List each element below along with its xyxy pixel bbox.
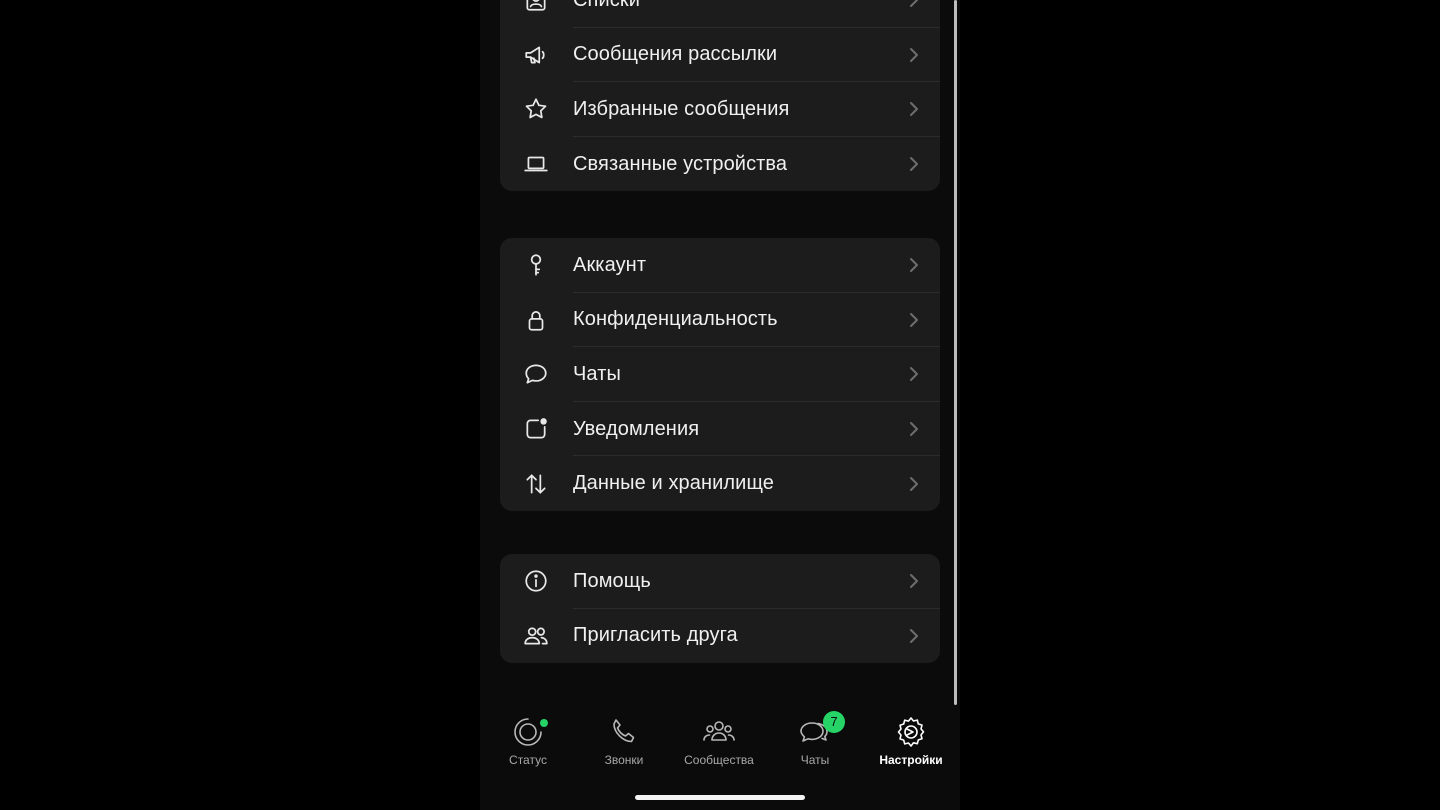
tab-label: Сообщества <box>684 753 754 767</box>
row-label: Помощь <box>573 569 651 592</box>
row-starred[interactable]: Избранные сообщения <box>500 82 940 137</box>
row-label: Сообщения рассылки <box>573 43 778 66</box>
home-indicator[interactable] <box>635 795 805 800</box>
chevron-right-icon <box>908 476 920 492</box>
settings-group-help: Помощь Пригласить друга <box>500 554 940 664</box>
settings-group-tools: Списки Сообщения рассылки Избранные сооб… <box>500 0 940 192</box>
tab-settings[interactable]: Настройки <box>866 715 956 767</box>
status-update-dot <box>540 719 548 727</box>
tab-label: Настройки <box>879 753 943 767</box>
row-label: Чаты <box>573 362 621 385</box>
row-label: Конфиденциальность <box>573 308 778 331</box>
key-icon <box>522 251 550 279</box>
settings-group-main: Аккаунт Конфиденциальность Чаты Уведомле… <box>500 238 940 511</box>
tab-label: Чаты <box>800 753 830 767</box>
row-label: Списки <box>573 0 640 12</box>
chevron-right-icon <box>908 257 920 273</box>
settings-icon <box>897 717 925 747</box>
people-icon <box>522 622 550 650</box>
phone-screen: Списки Сообщения рассылки Избранные сооб… <box>480 0 960 810</box>
row-invite-friend[interactable]: Пригласить друга <box>500 609 940 664</box>
row-label: Избранные сообщения <box>573 97 790 120</box>
tab-label: Звонки <box>604 753 644 767</box>
chevron-right-icon <box>908 366 920 382</box>
laptop-icon <box>522 150 550 178</box>
row-help[interactable]: Помощь <box>500 554 940 609</box>
scrollbar[interactable] <box>954 0 957 705</box>
row-label: Данные и хранилище <box>573 472 774 495</box>
chevron-right-icon <box>908 101 920 117</box>
info-icon <box>522 567 550 595</box>
contact-card-icon <box>522 0 550 14</box>
row-label: Пригласить друга <box>573 624 738 647</box>
tab-chats[interactable]: 7 Чаты <box>770 711 860 767</box>
row-account[interactable]: Аккаунт <box>500 238 940 293</box>
row-label: Связанные устройства <box>573 152 788 175</box>
phone-icon <box>613 719 635 743</box>
row-notifications[interactable]: Уведомления <box>500 402 940 457</box>
megaphone-icon <box>522 41 550 69</box>
row-chats[interactable]: Чаты <box>500 347 940 402</box>
row-label: Аккаунт <box>573 253 647 276</box>
communities-icon <box>703 721 735 741</box>
chevron-right-icon <box>908 312 920 328</box>
row-privacy[interactable]: Конфиденциальность <box>500 293 940 348</box>
tab-calls[interactable]: Звонки <box>579 715 669 767</box>
lock-icon <box>522 306 550 334</box>
row-lists[interactable]: Списки <box>500 0 940 28</box>
chevron-right-icon <box>908 421 920 437</box>
notification-icon <box>522 415 550 443</box>
star-icon <box>522 95 550 123</box>
chevron-right-icon <box>908 628 920 644</box>
transfer-arrows-icon <box>522 470 550 498</box>
row-label: Уведомления <box>573 417 700 440</box>
chevron-right-icon <box>908 47 920 63</box>
tab-communities[interactable]: Сообщества <box>674 715 764 767</box>
chat-bubble-icon <box>522 360 550 388</box>
chevron-right-icon <box>908 573 920 589</box>
row-linked-devices[interactable]: Связанные устройства <box>500 137 940 192</box>
chevron-right-icon <box>908 156 920 172</box>
row-broadcasts[interactable]: Сообщения рассылки <box>500 28 940 83</box>
chevron-right-icon <box>908 0 920 8</box>
tab-status[interactable]: Статус <box>483 715 573 767</box>
row-data-storage[interactable]: Данные и хранилище <box>500 456 940 511</box>
tab-label: Статус <box>509 753 547 767</box>
unread-badge: 7 <box>823 711 845 733</box>
